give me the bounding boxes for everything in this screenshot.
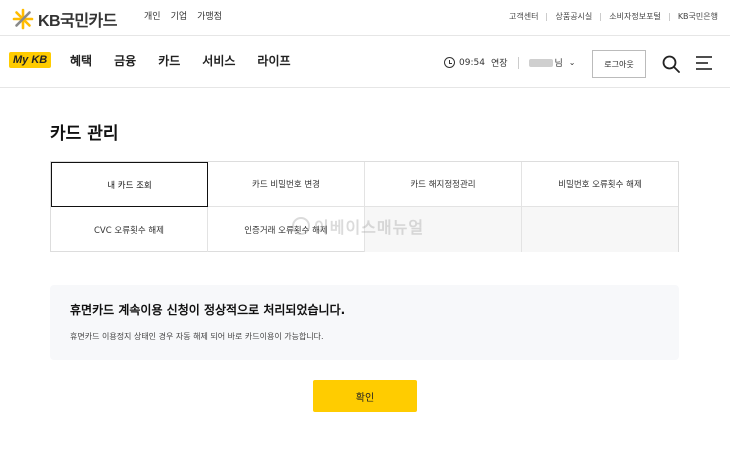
util-link-consumer-portal[interactable]: 소비자정보포털 (609, 11, 661, 22)
search-icon[interactable] (662, 55, 680, 73)
main-menu: 혜택 금융 카드 서비스 라이프 (70, 52, 291, 69)
notice-title: 휴면카드 계속이용 신청이 정상적으로 처리되었습니다. (70, 303, 346, 317)
hamburger-menu-icon[interactable] (696, 56, 712, 70)
notice-description: 휴면카드 이용정지 상태인 경우 자동 해제 되어 바로 카드이용이 가능합니다… (70, 332, 324, 341)
tab-password-error-reset[interactable]: 비밀번호 오류횟수 해제 (522, 162, 678, 207)
session-extend-button[interactable]: 연장 (491, 56, 508, 69)
logout-button[interactable]: 로그아웃 (592, 50, 646, 78)
confirm-button[interactable]: 확인 (313, 380, 417, 412)
kb-kookmin-card-logo[interactable]: KB국민카드 (12, 7, 118, 31)
tab-card-password-change[interactable]: 카드 비밀번호 변경 (208, 162, 365, 207)
main-navigation: My KB 혜택 금융 카드 서비스 라이프 09:54 연장 님 ⌄ 로그아웃 (0, 36, 730, 88)
segment-tab-business[interactable]: 기업 (171, 9, 188, 24)
kb-star-logo-icon (12, 8, 34, 30)
page-title: 카드 관리 (50, 124, 119, 144)
clock-icon (444, 57, 455, 68)
menu-item-life[interactable]: 라이프 (257, 52, 290, 69)
tab-my-card-inquiry[interactable]: 내 카드 조회 (51, 162, 208, 207)
util-link-product-disclosure[interactable]: 상품공시실 (555, 11, 592, 22)
session-time: 09:54 (459, 57, 485, 68)
card-management-tabs: 내 카드 조회 카드 비밀번호 변경 카드 해지정정관리 비밀번호 오류횟수 해… (50, 161, 679, 252)
divider (517, 56, 519, 69)
divider (600, 12, 602, 21)
divider (668, 12, 670, 21)
tab-card-cancellation-management[interactable]: 카드 해지정정관리 (365, 162, 522, 207)
segment-tab-personal[interactable]: 개인 (144, 9, 161, 24)
user-name-masked (528, 58, 553, 67)
top-utility-bar: KB국민카드 개인 기업 가맹점 고객센터 상품공시실 소비자정보포털 KB국민… (0, 0, 730, 36)
brand-name: KB국민카드 (38, 13, 118, 30)
result-notice-box: 휴면카드 계속이용 신청이 정상적으로 처리되었습니다. 휴면카드 이용정지 상… (50, 285, 679, 360)
utility-links: 고객센터 상품공시실 소비자정보포털 KB국민은행 (509, 11, 718, 22)
chevron-down-icon[interactable]: ⌄ (569, 58, 576, 67)
divider (546, 12, 548, 21)
customer-segment-tabs: 개인 기업 가맹점 (144, 9, 222, 24)
watermark: 이베이스매뉴얼 (292, 214, 424, 238)
menu-item-service[interactable]: 서비스 (202, 52, 235, 69)
util-link-customer-center[interactable]: 고객센터 (509, 11, 538, 22)
my-kb-button[interactable]: My KB (9, 52, 52, 68)
menu-item-card[interactable]: 카드 (158, 52, 180, 69)
util-link-kb-bank[interactable]: KB국민은행 (678, 11, 718, 22)
watermark-logo-icon (292, 217, 310, 235)
tab-empty-slot (522, 207, 678, 252)
user-name-suffix: 님 (554, 59, 563, 69)
menu-item-benefits[interactable]: 혜택 (70, 52, 92, 69)
watermark-text: 이베이스매뉴얼 (314, 218, 425, 237)
session-info: 09:54 연장 님 ⌄ (444, 56, 575, 69)
tab-cvc-error-reset[interactable]: CVC 오류횟수 해제 (51, 207, 208, 252)
menu-item-finance[interactable]: 금융 (114, 52, 136, 69)
segment-tab-merchant[interactable]: 가맹점 (197, 9, 222, 24)
